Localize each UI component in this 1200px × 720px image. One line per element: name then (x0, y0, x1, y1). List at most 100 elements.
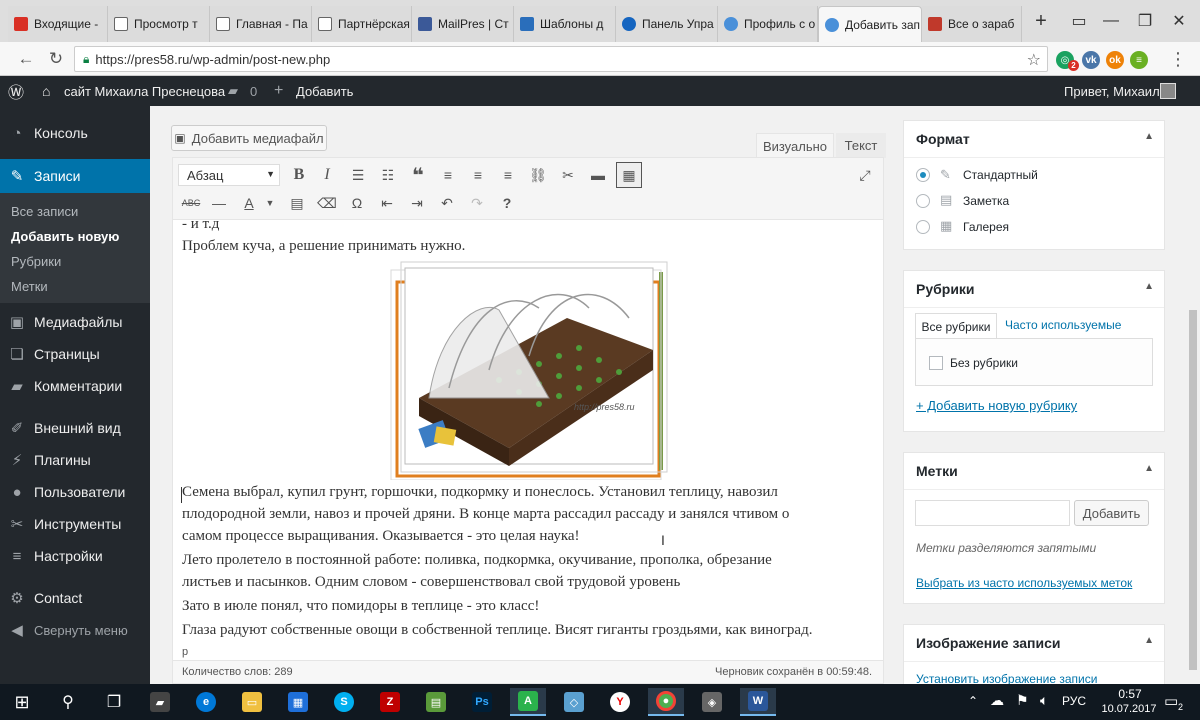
caret-up-icon[interactable]: ▲ (1144, 635, 1154, 646)
photoshop-icon[interactable]: Ps (464, 688, 500, 716)
url-input[interactable]: 🔒︎ https://pres58.ru/wp-admin/post-new.p… (74, 46, 1048, 72)
network-icon[interactable]: ☁︎ (990, 692, 1004, 709)
explorer-icon[interactable]: ▭ (234, 688, 270, 716)
sidebar-item-comments[interactable]: ▰ Комментарии (0, 370, 150, 402)
text-line[interactable]: плодородной земли, навоз и прочей дряни.… (182, 506, 789, 523)
outdent-icon[interactable]: ⇤ (374, 190, 400, 216)
app-icon[interactable]: ◇ (556, 688, 592, 716)
edge-icon[interactable]: e (188, 688, 224, 716)
comment-icon[interactable]: ▰ (228, 76, 238, 106)
tab-visual[interactable]: Визуально (756, 133, 834, 158)
clock-time[interactable]: 0:57 (1102, 687, 1158, 701)
browser-tab[interactable]: Шаблоны д (514, 6, 616, 42)
bullet-list-icon[interactable]: ☰ (345, 162, 371, 188)
sidebar-item-pages[interactable]: ❏ Страницы (0, 338, 150, 370)
page-scrollbar[interactable] (1186, 106, 1200, 684)
site-name-link[interactable]: сайт Михаила Преснецова (64, 76, 225, 106)
toolbar-toggle-icon[interactable]: ▦ (616, 162, 642, 188)
skype-icon[interactable]: S (326, 688, 362, 716)
add-category-link[interactable]: + Добавить новую рубрику (916, 398, 1077, 413)
vk-icon[interactable]: vk (1082, 51, 1100, 69)
ok-icon[interactable]: ok (1106, 51, 1124, 69)
text-line[interactable]: Семена выбрал, купил грунт, горшочки, по… (182, 484, 778, 501)
unlink-icon[interactable]: ✂︎ (555, 162, 581, 188)
browser-tab[interactable]: Панель Упра (616, 6, 718, 42)
sidebar-item-users[interactable]: ● Пользователи (0, 476, 150, 508)
special-char-icon[interactable]: Ω (344, 190, 370, 216)
browser-tab[interactable]: Входящие - (8, 6, 108, 42)
submenu-categories[interactable]: Рубрики (11, 254, 61, 269)
sidebar-item-posts[interactable]: ✎ Записи (0, 159, 150, 193)
sidebar-item-plugins[interactable]: ⚡︎ Плагины (0, 444, 150, 476)
task-view-icon[interactable]: ❐ (96, 688, 132, 716)
submenu-tags[interactable]: Метки (11, 279, 48, 294)
link-icon[interactable]: ⛓︎ (525, 162, 551, 188)
caret-up-icon[interactable]: ▲ (1144, 463, 1154, 474)
text-line[interactable]: Проблем куча, а решение принимать нужно. (182, 238, 465, 255)
comment-count[interactable]: 0 (250, 76, 257, 106)
clear-format-icon[interactable]: ⌫ (314, 190, 340, 216)
collapse-menu-button[interactable]: ◀ Свернуть меню (0, 614, 150, 646)
align-center-icon[interactable]: ≡ (465, 162, 491, 188)
clock-date[interactable]: 10.07.2017 (1098, 703, 1160, 715)
submenu-add-new[interactable]: Добавить новую (11, 229, 119, 244)
bookmark-star-icon[interactable]: ☆ (1027, 50, 1041, 70)
text-line[interactable]: Зато в июле понял, что помидоры в теплиц… (182, 598, 539, 615)
caret-up-icon[interactable]: ▲ (1144, 131, 1154, 142)
sidebar-item-console[interactable]: ◔ Консоль (0, 117, 150, 149)
avatar[interactable] (1160, 83, 1176, 99)
post-image[interactable]: http://pres58.ru (389, 258, 669, 481)
format-radio-aside[interactable] (916, 194, 930, 208)
text-line[interactable]: Лето пролетело в постоянной работе: поли… (182, 552, 772, 569)
format-radio-standard[interactable] (916, 168, 930, 182)
browser-menu-icon[interactable]: ⋮ (1166, 47, 1190, 71)
browser-tab[interactable]: Партнёрская (312, 6, 412, 42)
add-media-button[interactable]: ▣ Добавить медиафайл (171, 125, 327, 151)
help-icon[interactable]: ? (494, 190, 520, 216)
category-checkbox[interactable] (929, 356, 943, 370)
new-tab-button[interactable]: + (1026, 8, 1056, 34)
flag-icon[interactable]: ⚑ (1016, 692, 1029, 709)
tab-all-categories[interactable]: Все рубрики (915, 313, 997, 339)
reload-icon[interactable]: ↻ (44, 47, 68, 71)
volume-icon[interactable]: 🔈︎ (1040, 692, 1048, 709)
tab-popular-categories[interactable]: Часто используемые (1005, 318, 1121, 332)
browser-tab[interactable]: Профиль с о (718, 6, 818, 42)
add-tag-button[interactable]: Добавить (1074, 500, 1149, 526)
app-icon[interactable]: ◈ (694, 688, 730, 716)
bold-icon[interactable]: B (286, 162, 312, 188)
browser-tab[interactable]: Все о зараб (922, 6, 1022, 42)
camtasia-icon[interactable]: A (510, 688, 546, 716)
chevron-down-icon[interactable]: ▼ (257, 190, 283, 216)
text-line[interactable]: самом процессе выращивания. Оказывается … (182, 528, 580, 545)
submenu-all-posts[interactable]: Все записи (11, 204, 78, 219)
align-left-icon[interactable]: ≡ (435, 162, 461, 188)
caret-up-icon[interactable]: ▲ (1144, 281, 1154, 292)
store-icon[interactable]: ▦ (280, 688, 316, 716)
sidebar-item-appearance[interactable]: ✐ Внешний вид (0, 412, 150, 444)
undo-icon[interactable]: ↶ (434, 190, 460, 216)
read-more-icon[interactable]: ▬ (585, 162, 611, 188)
close-window-icon[interactable]: ✕ (1164, 8, 1194, 34)
home-icon[interactable]: ⌂ (42, 76, 50, 106)
format-select[interactable]: Абзац ▼ (178, 164, 280, 186)
quote-icon[interactable]: ❝ (405, 162, 431, 188)
yandex-icon[interactable]: Y (602, 688, 638, 716)
back-icon[interactable]: ← (14, 47, 38, 71)
browser-tab[interactable]: MailPres | Ст (412, 6, 514, 42)
windows-start-icon[interactable]: ⊞ (4, 688, 40, 716)
language-indicator[interactable]: РУС (1062, 694, 1086, 708)
search-icon[interactable]: ⚲ (50, 688, 86, 716)
tray-chevron-icon[interactable]: ⌃ (968, 694, 978, 708)
greeting-link[interactable]: Привет, Михаил (1064, 76, 1160, 106)
sidebar-item-tools[interactable]: ✂︎ Инструменты (0, 508, 150, 540)
browser-tab-active[interactable]: Добавить зап (818, 6, 922, 42)
app-icon[interactable]: ▰ (142, 688, 178, 716)
numbered-list-icon[interactable]: ☷ (375, 162, 401, 188)
choose-tags-link[interactable]: Выбрать из часто используемых меток (916, 576, 1132, 590)
browser-tab[interactable]: Главная - Па (210, 6, 312, 42)
plus-icon[interactable]: + (274, 76, 283, 106)
restore-icon[interactable]: ❐ (1130, 8, 1160, 34)
chrome-icon[interactable]: ● (648, 688, 684, 716)
fullscreen-icon[interactable]: ⤢ (852, 162, 878, 188)
